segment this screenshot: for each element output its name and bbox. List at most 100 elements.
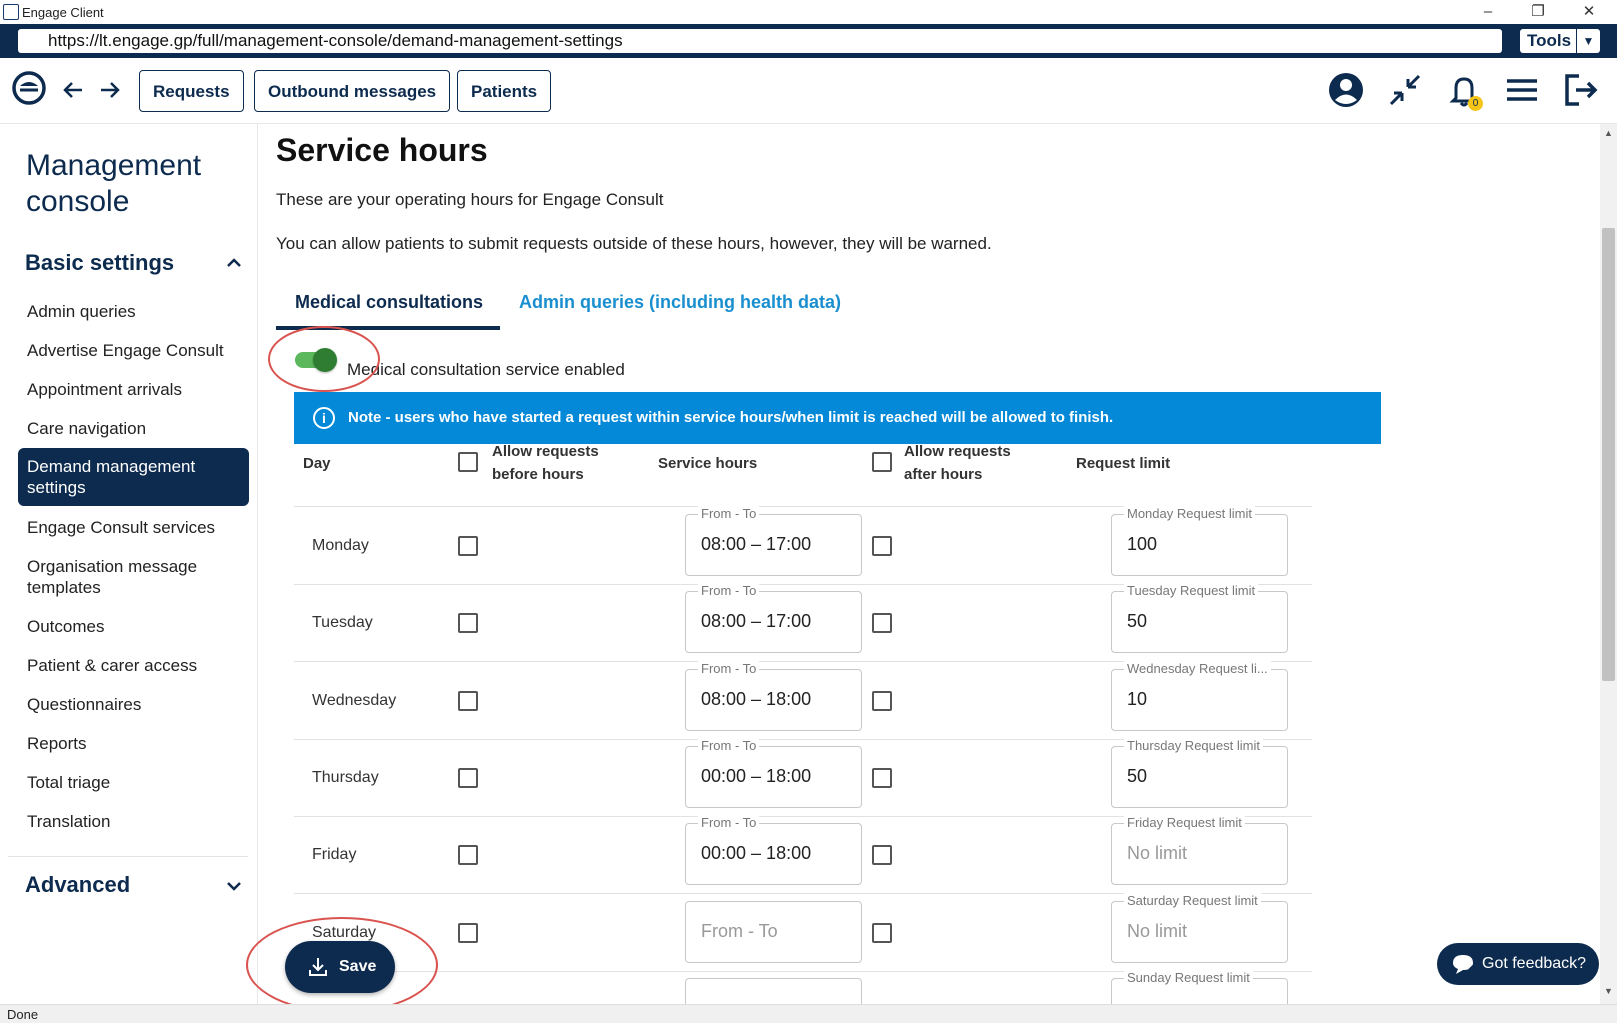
- intro-warning-text: You can allow patients to submit request…: [276, 234, 992, 253]
- allow-after-all-checkbox[interactable]: [872, 452, 892, 472]
- engage-logo-icon[interactable]: [12, 71, 46, 105]
- user-account-icon[interactable]: [1326, 70, 1366, 110]
- info-icon: i: [313, 407, 335, 429]
- allow-before-checkbox[interactable]: [458, 613, 478, 633]
- app-logo-icon: [3, 4, 19, 20]
- patients-button[interactable]: Patients: [457, 70, 552, 112]
- request-limit-field[interactable]: Saturday Request limit No limit: [1111, 893, 1288, 963]
- service-hours-field[interactable]: From - To 08:00 – 17:00: [685, 583, 862, 653]
- request-limit-field[interactable]: Monday Request limit 100: [1111, 506, 1288, 576]
- request-limit-field[interactable]: Friday Request limit No limit: [1111, 815, 1288, 885]
- allow-before-checkbox[interactable]: [458, 923, 478, 943]
- main-content: Service hours These are your operating h…: [258, 124, 1600, 1004]
- chevron-down-icon[interactable]: [226, 878, 242, 894]
- col-allow-after: Allow requests after hours: [904, 443, 1011, 483]
- logout-icon[interactable]: [1561, 70, 1601, 110]
- allow-before-checkbox[interactable]: [458, 845, 478, 865]
- caret-down-icon: ▼: [1576, 29, 1600, 53]
- service-hours-field[interactable]: [685, 978, 862, 1004]
- note-text: Note - users who have started a request …: [348, 409, 1114, 426]
- save-highlight-circle: [246, 917, 438, 1013]
- scroll-up-icon[interactable]: ▲: [1604, 128, 1613, 138]
- info-note-banner: i Note - users who have started a reques…: [294, 392, 1381, 444]
- service-enabled-label: Medical consultation service enabled: [347, 360, 625, 379]
- allow-before-checkbox[interactable]: [458, 768, 478, 788]
- advanced-toggle[interactable]: Advanced: [25, 872, 130, 898]
- forward-arrow-icon[interactable]: [99, 79, 121, 101]
- window-titlebar: Engage Client – ❐ ✕: [0, 0, 1617, 24]
- allow-before-all-checkbox[interactable]: [458, 452, 478, 472]
- day-label: Wednesday: [312, 692, 397, 709]
- request-limit-field[interactable]: Thursday Request limit 50: [1111, 738, 1288, 808]
- sidebar-item-patient-carer-access[interactable]: Patient & carer access: [27, 655, 242, 676]
- day-label: Friday: [312, 846, 357, 863]
- address-bar: https://lt.engage.gp/full/management-con…: [0, 24, 1617, 58]
- sidebar-item-outcomes[interactable]: Outcomes: [27, 616, 242, 637]
- day-label: Monday: [312, 537, 369, 554]
- app-header: Requests Outbound messages Patients 0: [0, 58, 1617, 124]
- notifications-button[interactable]: 0: [1444, 70, 1484, 114]
- intro-text: These are your operating hours for Engag…: [276, 190, 664, 209]
- page-scrollbar[interactable]: ▲ ▼: [1600, 124, 1617, 1004]
- service-hours-field[interactable]: From - To: [685, 901, 862, 963]
- requests-button[interactable]: Requests: [139, 70, 244, 112]
- day-label: Thursday: [312, 769, 379, 786]
- sidebar-divider: [8, 856, 248, 857]
- hamburger-menu-icon[interactable]: [1502, 70, 1542, 110]
- sidebar-item-appointment-arrivals[interactable]: Appointment arrivals: [27, 379, 242, 400]
- sidebar-item-engage-consult-services[interactable]: Engage Consult services: [27, 517, 242, 538]
- allow-before-checkbox[interactable]: [458, 691, 478, 711]
- minimize-icon[interactable]: –: [1473, 2, 1503, 22]
- page-title: Service hours: [276, 132, 488, 168]
- sidebar-item-total-triage[interactable]: Total triage: [27, 772, 242, 793]
- feedback-button[interactable]: Got feedback?: [1437, 943, 1599, 985]
- close-icon[interactable]: ✕: [1574, 2, 1604, 22]
- sidebar: Management console Basic settings Admin …: [0, 124, 258, 1004]
- scrollbar-thumb[interactable]: [1602, 228, 1615, 681]
- back-arrow-icon[interactable]: [62, 79, 84, 101]
- service-hours-field[interactable]: From - To 08:00 – 17:00: [685, 506, 862, 576]
- sidebar-item-questionnaires[interactable]: Questionnaires: [27, 694, 242, 715]
- sidebar-item-advertise-engage-consult[interactable]: Advertise Engage Consult: [27, 340, 242, 361]
- notification-badge: 0: [1468, 96, 1483, 111]
- service-hours-field[interactable]: From - To 08:00 – 18:00: [685, 661, 862, 731]
- sidebar-item-organisation-message-templates[interactable]: Organisation message templates: [27, 556, 227, 598]
- request-limit-field[interactable]: Tuesday Request limit 50: [1111, 583, 1288, 653]
- allow-after-checkbox[interactable]: [872, 845, 892, 865]
- url-field[interactable]: https://lt.engage.gp/full/management-con…: [18, 29, 1502, 53]
- tab-admin-queries[interactable]: Admin queries (including health data): [519, 292, 841, 313]
- service-hours-field[interactable]: From - To 00:00 – 18:00: [685, 815, 862, 885]
- tab-medical-consultations[interactable]: Medical consultations: [295, 292, 483, 313]
- allow-after-checkbox[interactable]: [872, 768, 892, 788]
- sidebar-item-care-navigation[interactable]: Care navigation: [27, 418, 242, 439]
- collapse-icon[interactable]: [1385, 70, 1425, 110]
- outbound-messages-button[interactable]: Outbound messages: [254, 70, 451, 112]
- sidebar-item-demand-management-settings[interactable]: Demand management settings: [18, 448, 249, 506]
- service-hours-field[interactable]: From - To 00:00 – 18:00: [685, 738, 862, 808]
- sidebar-item-translation[interactable]: Translation: [27, 811, 242, 832]
- request-limit-field[interactable]: Sunday Request limit: [1111, 970, 1288, 1004]
- scroll-down-icon[interactable]: ▼: [1604, 986, 1613, 996]
- allow-after-checkbox[interactable]: [872, 613, 892, 633]
- allow-after-checkbox[interactable]: [872, 691, 892, 711]
- col-allow-before: Allow requests before hours: [492, 443, 599, 483]
- sidebar-title: Management console: [26, 149, 202, 218]
- tools-label: Tools: [1527, 31, 1572, 50]
- col-day: Day: [303, 455, 331, 472]
- status-bar: Done: [0, 1004, 1617, 1023]
- allow-before-checkbox[interactable]: [458, 536, 478, 556]
- allow-after-checkbox[interactable]: [872, 536, 892, 556]
- sidebar-item-reports[interactable]: Reports: [27, 733, 242, 754]
- request-limit-field[interactable]: Wednesday Request li... 10: [1111, 661, 1288, 731]
- chat-bubble-icon: [1453, 955, 1476, 974]
- tools-menu-button[interactable]: Tools ▼: [1520, 29, 1600, 53]
- feedback-label: Got feedback?: [1482, 955, 1587, 972]
- allow-after-checkbox[interactable]: [872, 923, 892, 943]
- chevron-up-icon[interactable]: [226, 255, 242, 271]
- window-title: Engage Client: [22, 5, 104, 20]
- highlight-circle: [268, 326, 380, 392]
- sidebar-item-admin-queries[interactable]: Admin queries: [27, 301, 242, 322]
- basic-settings-toggle[interactable]: Basic settings: [25, 250, 174, 276]
- restore-icon[interactable]: ❐: [1523, 2, 1553, 22]
- day-label: Tuesday: [312, 614, 373, 631]
